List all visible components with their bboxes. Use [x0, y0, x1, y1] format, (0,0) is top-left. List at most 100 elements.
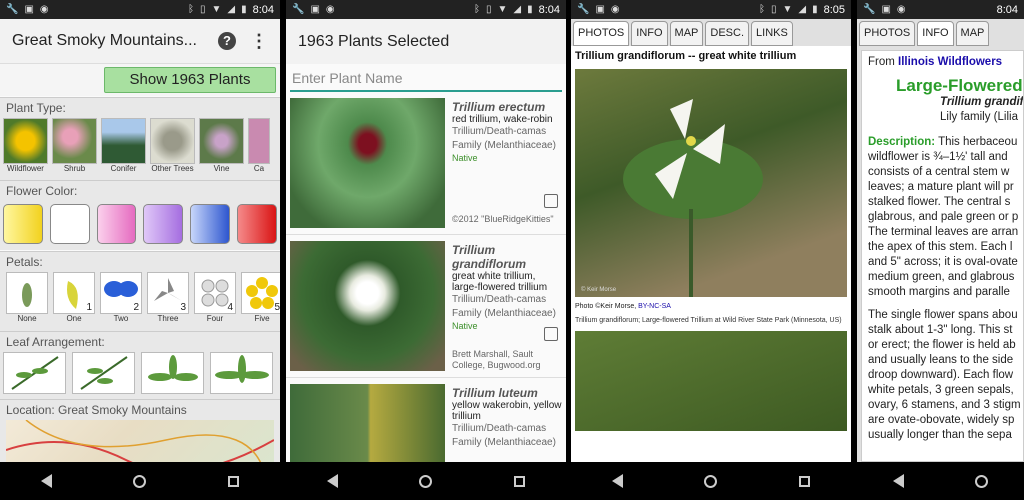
- main-photo[interactable]: © Keir Morse: [575, 69, 847, 297]
- home-icon[interactable]: [704, 474, 718, 488]
- leaf-basal[interactable]: [210, 352, 273, 394]
- petals-none[interactable]: None: [6, 272, 48, 323]
- recents-icon[interactable]: [799, 475, 811, 487]
- show-plants-button[interactable]: Show 1963 Plants: [104, 67, 276, 93]
- wrench-icon: 🔧: [6, 4, 19, 15]
- source-link[interactable]: Illinois Wildflowers: [898, 56, 1002, 68]
- line-6: the apex of this stem. Each l: [868, 241, 1013, 253]
- home-icon[interactable]: [975, 474, 989, 488]
- color-white[interactable]: [49, 204, 90, 244]
- plant-type-shrub[interactable]: Shrub: [52, 118, 97, 173]
- petals-two[interactable]: 2 Two: [100, 272, 142, 323]
- petals-five[interactable]: 5 Five: [241, 272, 280, 323]
- leaf-whorled[interactable]: [141, 352, 204, 394]
- leaf-alternate[interactable]: [3, 352, 66, 394]
- description-first-line: Description: This herbaceou: [868, 136, 1018, 148]
- recents-icon[interactable]: [514, 475, 526, 487]
- species-family: Lily family (Lilia: [940, 111, 1018, 123]
- status-bar: 🔧 ▣ ◉ ᛒ ▯ ▼ ◢ ▮ 8:04: [286, 0, 566, 19]
- image-icon: ▣: [881, 4, 891, 15]
- list-item[interactable]: Trillium grandiflorum great white trilli…: [286, 241, 566, 378]
- plant-scientific-name: Trillium luteum: [452, 386, 538, 400]
- back-icon[interactable]: [611, 474, 623, 488]
- back-icon[interactable]: [892, 474, 904, 488]
- location-section: Location: Great Smoky Mountains: [0, 399, 280, 480]
- plant-name-search-input[interactable]: Enter Plant Name: [290, 70, 562, 92]
- tab-map[interactable]: MAP: [955, 21, 990, 46]
- plant-common-name: great white trillium, large-flowered tri…: [452, 271, 548, 293]
- color-red[interactable]: [237, 204, 277, 244]
- photo-credit: Brett Marshall, Sault College, Bugwood.o…: [452, 349, 541, 370]
- plant-type-wildflower[interactable]: Wildflower: [3, 118, 48, 173]
- plant-type-section: Plant Type: Wildflower Shrub Conifer Oth…: [0, 97, 280, 183]
- tab-description[interactable]: DESC.: [705, 21, 750, 46]
- license-link[interactable]: BY-NC-SA: [638, 303, 671, 310]
- native-badge: Native: [452, 153, 478, 163]
- species-heading: Large-Flowered: [896, 76, 1023, 95]
- petals-three[interactable]: 3 Three: [147, 272, 189, 323]
- help-icon[interactable]: ?: [218, 32, 236, 50]
- image-icon: ▣: [595, 4, 605, 15]
- tab-links[interactable]: LINKS: [751, 21, 793, 46]
- line-0: wildflower is ¾–1½' tall and: [868, 151, 1008, 163]
- petals-four[interactable]: 4 Four: [194, 272, 236, 323]
- signal-icon: ◢: [798, 4, 807, 15]
- color-yellow[interactable]: [3, 204, 43, 244]
- battery-icon: ▮: [527, 4, 533, 15]
- line2-3: and usually leans to the side: [868, 354, 1014, 366]
- plant-type-other-trees[interactable]: Other Trees: [150, 118, 195, 173]
- bluetooth-icon: ᛒ: [758, 4, 765, 15]
- line-1: consists of a central stem w: [868, 166, 1010, 178]
- select-checkbox[interactable]: [544, 194, 558, 208]
- plant-family: Trillium/Death-camas Family (Melanthiace…: [452, 126, 556, 151]
- battery-icon: ▮: [241, 4, 247, 15]
- color-purple[interactable]: [143, 204, 184, 244]
- leaf-opposite[interactable]: [72, 352, 135, 394]
- status-bar: 🔧 ▣ ◉ 8:04: [857, 0, 1024, 19]
- home-icon[interactable]: [419, 474, 433, 488]
- plant-type-cactus[interactable]: Ca: [248, 118, 270, 173]
- petals-section: Petals: None 1 One 2 Two 3 Three 4 Four 5 Fiv…: [0, 251, 280, 331]
- line2-8: usually longer than the sepa: [868, 429, 1012, 441]
- plant-type-vine[interactable]: Vine: [199, 118, 244, 173]
- app-title: Great Smoky Mountains...: [12, 32, 197, 49]
- plant-family: Trillium/Death-camas Family (Melanthiace…: [452, 294, 556, 319]
- phone-info-tab: 🔧 ▣ ◉ 8:04 PHOTOS INFO MAP From Illinois…: [857, 0, 1024, 500]
- tab-photos[interactable]: PHOTOS: [573, 21, 630, 46]
- home-icon[interactable]: [133, 474, 147, 488]
- line-9: smooth margins and paralle: [868, 286, 1010, 298]
- photos-content: Trillium grandiflorum -- great white tri…: [571, 46, 851, 462]
- image-icon: ▣: [24, 4, 34, 15]
- tab-info[interactable]: INFO: [631, 21, 668, 46]
- list-item[interactable]: Trillium erectum red trillium, wake-robi…: [286, 98, 566, 235]
- plant-type-conifer[interactable]: Conifer: [101, 118, 146, 173]
- photo-credit: ©2012 "BlueRidgeKitties": [452, 214, 554, 224]
- back-icon[interactable]: [40, 474, 52, 488]
- line-5: The terminal leaves are arran: [868, 226, 1019, 238]
- recents-icon[interactable]: [228, 475, 240, 487]
- tab-info[interactable]: INFO: [917, 21, 954, 46]
- wifi-icon: ▼: [497, 4, 508, 15]
- vibrate-icon: ▯: [485, 4, 492, 15]
- more-options-icon[interactable]: ⋮: [250, 31, 268, 52]
- android-icon: ◉: [896, 4, 906, 15]
- signal-icon: ◢: [513, 4, 522, 15]
- tab-photos[interactable]: PHOTOS: [859, 21, 916, 46]
- line2-1: stalk about 1-3" long. This st: [868, 324, 1013, 336]
- line-2: leaves; a mature plant will pr: [868, 181, 1014, 193]
- phone-photos-tab: 🔧 ▣ ◉ ᛒ ▯ ▼ ◢ ▮ 8:05 PHOTOS INFO MAP DES…: [571, 0, 851, 500]
- petals-one[interactable]: 1 One: [53, 272, 95, 323]
- tab-map[interactable]: MAP: [669, 21, 704, 46]
- color-pink[interactable]: [96, 204, 137, 244]
- plant-photo: [290, 241, 445, 371]
- plant-common-name: yellow wakerobin, yellow trillium: [452, 400, 562, 422]
- plant-type-label: Plant Type:: [6, 101, 66, 115]
- select-checkbox[interactable]: [544, 327, 558, 341]
- vibrate-icon: ▯: [199, 4, 206, 15]
- second-photo[interactable]: [575, 331, 847, 431]
- back-icon[interactable]: [326, 474, 338, 488]
- nav-bar: [857, 462, 1024, 500]
- color-blue[interactable]: [190, 204, 231, 244]
- plant-common-name: red trillium, wake-robin: [452, 114, 553, 125]
- nav-bar: [0, 462, 280, 500]
